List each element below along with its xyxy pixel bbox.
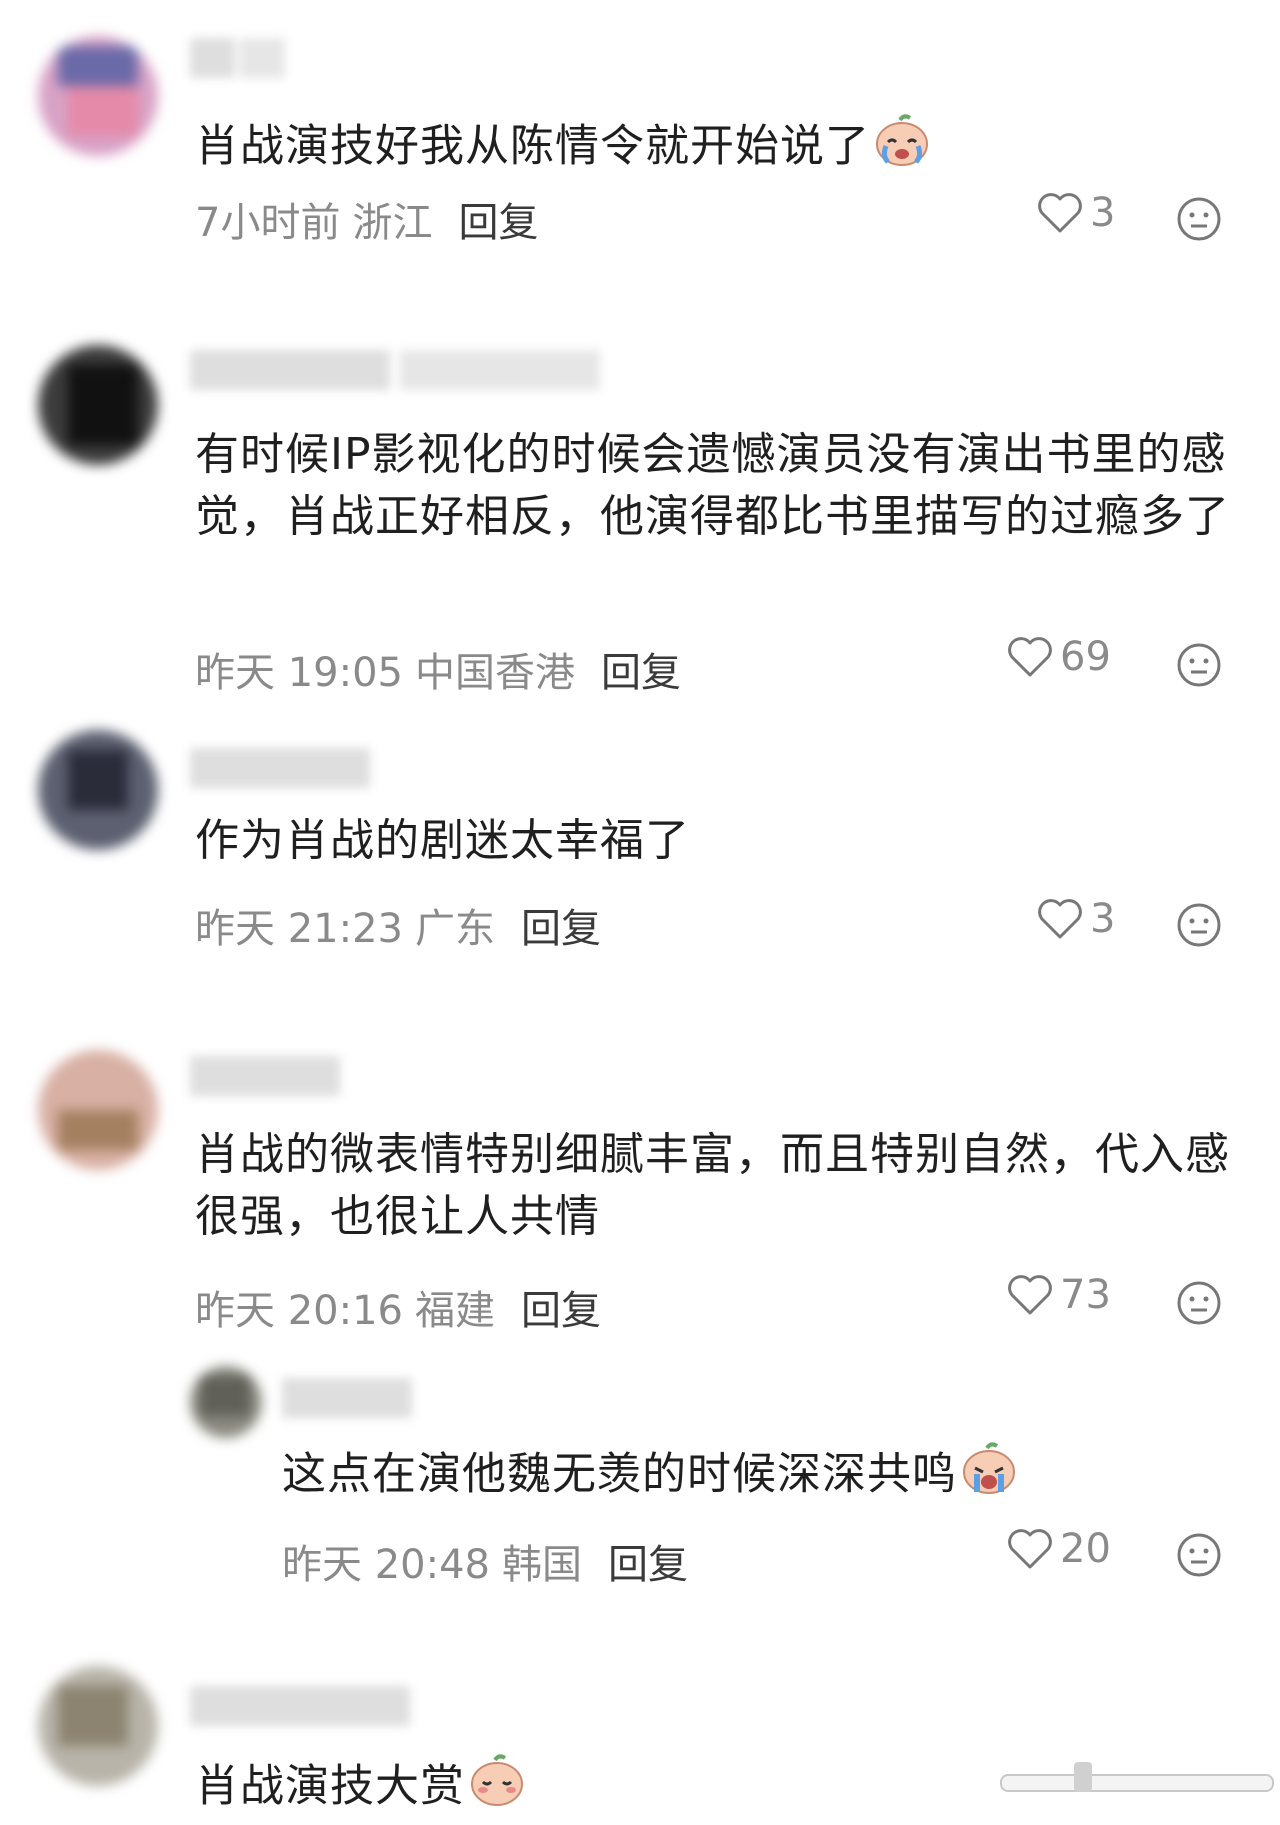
comment-meta: 昨天 20:16 福建 回复: [195, 1278, 601, 1336]
like-count: 3: [1090, 190, 1116, 236]
neutral-face-icon: [1177, 903, 1221, 947]
comment-text: 有时候IP影视化的时候会遗憾演员没有演出书里的感觉，肖战正好相反，他演得都比书里…: [195, 429, 1230, 542]
like-button[interactable]: 69: [1006, 634, 1111, 680]
comment-text: 肖战的微表情特别细腻丰富，而且特别自然，代入感很强，也很让人共情: [195, 1129, 1230, 1242]
like-button[interactable]: 73: [1006, 1272, 1111, 1318]
avatar[interactable]: [190, 1366, 262, 1438]
neutral-face-icon: [1177, 1533, 1221, 1577]
comment-location: 韩国: [502, 1542, 582, 1588]
avatar[interactable]: [38, 730, 158, 850]
heart-icon: [1008, 637, 1052, 677]
heart-icon: [1038, 899, 1082, 939]
username-blurred[interactable]: [190, 38, 290, 78]
reply-button[interactable]: 回复: [601, 650, 681, 696]
comment-time: 昨天 21:23: [195, 906, 403, 952]
dislike-button[interactable]: [1176, 1532, 1222, 1582]
comment-location: 广东: [415, 906, 495, 952]
comment-location: 浙江: [352, 200, 433, 246]
comment-time: 昨天 20:48: [282, 1542, 490, 1588]
comment-location: 中国香港: [415, 650, 575, 696]
comment-time: 昨天 20:16: [195, 1288, 403, 1334]
reply-button[interactable]: 回复: [521, 906, 601, 952]
comment-meta: 昨天 19:05 中国香港 回复: [195, 640, 681, 698]
reply-button[interactable]: 回复: [458, 200, 538, 246]
dislike-button[interactable]: [1176, 1280, 1222, 1330]
avatar[interactable]: [38, 345, 158, 465]
neutral-face-icon: [1177, 1281, 1221, 1325]
like-count: 20: [1060, 1526, 1111, 1572]
neutral-face-icon: [1177, 643, 1221, 687]
comment-time: 7小时前: [195, 200, 341, 246]
username-blurred[interactable]: [190, 1686, 430, 1726]
neutral-face-icon: [1177, 197, 1221, 241]
comment-text: 肖战演技好我从陈情令就开始说了: [195, 112, 1245, 185]
comment-meta: 7小时前 浙江 回复: [195, 190, 538, 248]
heart-icon: [1008, 1529, 1052, 1569]
avatar[interactable]: [38, 1050, 158, 1170]
like-count: 69: [1060, 634, 1111, 680]
like-count: 3: [1090, 896, 1116, 942]
username-blurred[interactable]: [190, 1056, 350, 1096]
avatar[interactable]: [38, 36, 158, 156]
dislike-button[interactable]: [1176, 642, 1222, 692]
like-button[interactable]: 20: [1006, 1526, 1111, 1572]
horizontal-scrollbar[interactable]: [1000, 1762, 1274, 1792]
comment-meta: 昨天 20:48 韩国 回复: [282, 1532, 688, 1590]
heart-icon: [1038, 193, 1082, 233]
username-blurred[interactable]: [190, 748, 390, 788]
username-blurred[interactable]: [190, 350, 620, 390]
like-button[interactable]: 3: [1036, 896, 1115, 942]
comment-text: 这点在演他魏无羡的时候深深共鸣: [282, 1440, 1242, 1513]
like-count: 73: [1060, 1272, 1111, 1318]
crying-emoji-icon: [874, 112, 930, 185]
comment-location: 福建: [415, 1288, 495, 1334]
dislike-button[interactable]: [1176, 902, 1222, 952]
like-button[interactable]: 3: [1036, 190, 1115, 236]
comment-text: 作为肖战的剧迷太幸福了: [195, 815, 690, 866]
reply-button[interactable]: 回复: [608, 1542, 688, 1588]
dislike-button[interactable]: [1176, 196, 1222, 246]
comment-meta: 昨天 21:23 广东 回复: [195, 896, 601, 954]
heart-icon: [1008, 1275, 1052, 1315]
comment-time: 昨天 19:05: [195, 650, 403, 696]
avatar[interactable]: [38, 1666, 158, 1786]
sobbing-emoji-icon: [961, 1440, 1017, 1513]
username-blurred[interactable]: [282, 1378, 422, 1418]
scrollbar-thumb[interactable]: [1074, 1762, 1092, 1792]
blushing-emoji-icon: [469, 1752, 525, 1825]
reply-button[interactable]: 回复: [521, 1288, 601, 1334]
